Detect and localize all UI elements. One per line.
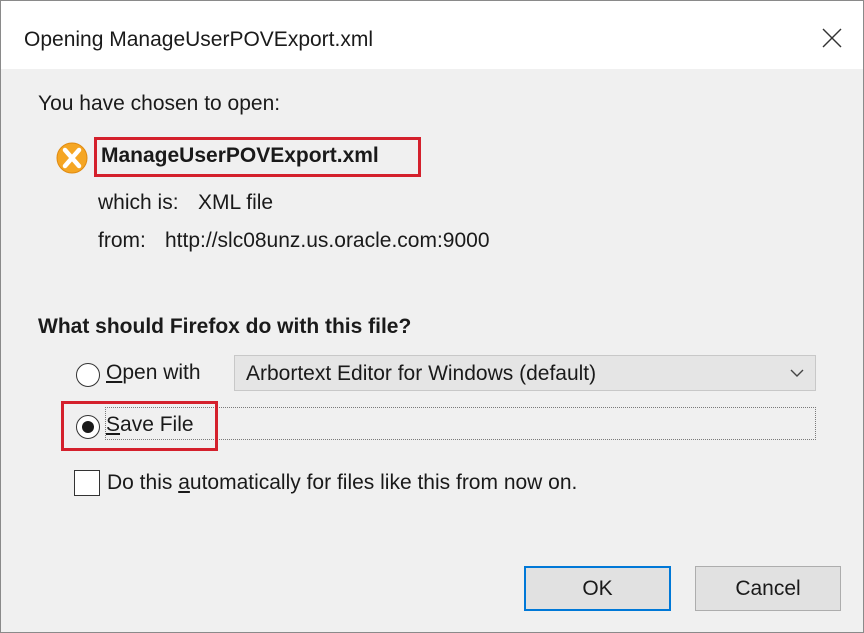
ok-button-label: OK <box>582 576 613 600</box>
intro-text: You have chosen to open: <box>38 92 281 115</box>
action-question: What should Firefox do with this file? <box>38 315 412 338</box>
cancel-button-label: Cancel <box>735 576 801 600</box>
source-label: from: <box>98 229 146 252</box>
download-dialog: Opening ManageUserPOVExport.xml You have… <box>0 0 864 633</box>
save-file-mnemonic: S <box>106 413 121 436</box>
save-file-label[interactable]: Save File <box>106 413 194 437</box>
save-file-label-rest: ave File <box>120 413 194 436</box>
auto-checkbox-label[interactable]: Do this automatically for files like thi… <box>107 471 577 495</box>
save-file-radio[interactable] <box>76 415 100 439</box>
close-icon <box>822 28 842 48</box>
title-bar: Opening ManageUserPOVExport.xml <box>1 1 863 69</box>
chevron-down-icon <box>790 369 804 377</box>
source-url: http://slc08unz.us.oracle.com:9000 <box>165 229 490 252</box>
open-with-mnemonic: O <box>106 361 123 384</box>
radio-selected-dot <box>82 421 94 433</box>
open-with-radio[interactable] <box>76 363 100 387</box>
dialog-title: Opening ManageUserPOVExport.xml <box>24 28 373 51</box>
open-with-label[interactable]: Open with <box>106 361 201 385</box>
ok-button[interactable]: OK <box>524 566 671 611</box>
auto-label-mnemonic: a <box>178 471 190 494</box>
auto-checkbox[interactable] <box>74 470 100 496</box>
file-type-label: which is: <box>98 191 179 214</box>
cancel-button[interactable]: Cancel <box>695 566 841 611</box>
open-with-label-rest: pen with <box>122 361 201 384</box>
application-select[interactable]: Arbortext Editor for Windows (default) <box>234 355 816 391</box>
file-type-value: XML file <box>198 191 274 214</box>
auto-label-after: utomatically for files like this from no… <box>189 471 578 494</box>
auto-label-before: Do this <box>107 471 179 494</box>
xml-file-icon <box>56 142 88 174</box>
application-select-value: Arbortext Editor for Windows (default) <box>246 362 597 385</box>
close-button[interactable] <box>809 15 855 61</box>
file-name: ManageUserPOVExport.xml <box>101 144 379 167</box>
